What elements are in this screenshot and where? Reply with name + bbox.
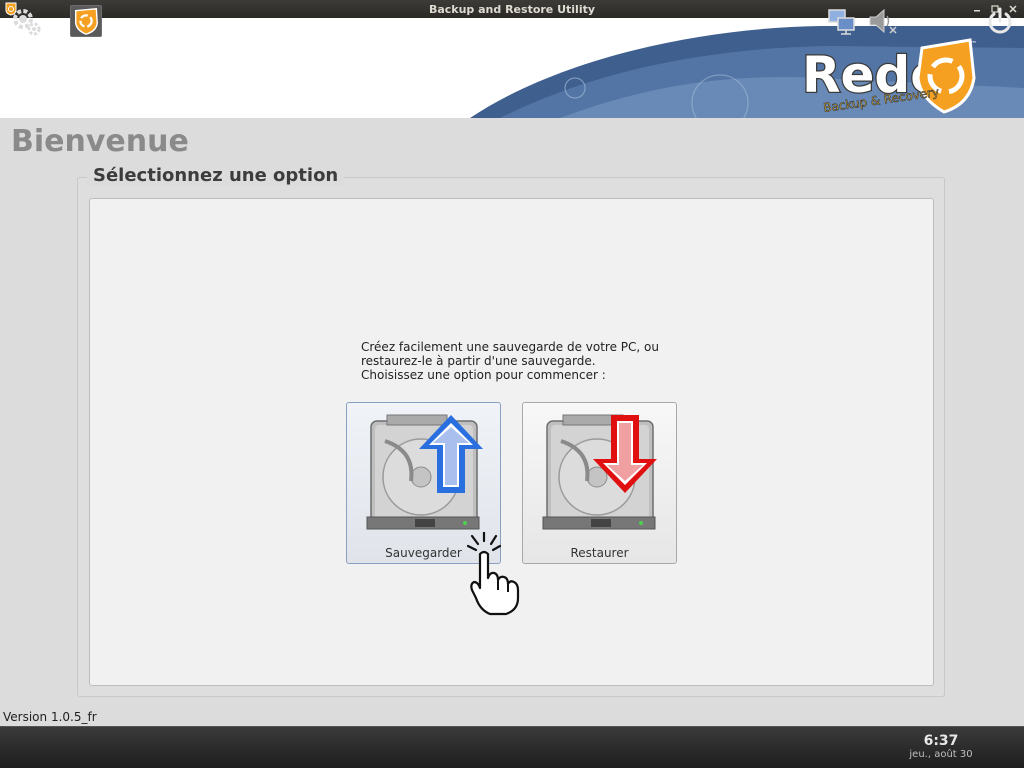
- volume-muted-icon[interactable]: [866, 5, 898, 37]
- trademark: ™: [970, 40, 977, 48]
- up-arrow-icon: [419, 415, 483, 493]
- intro-text: Créez facilement une sauvegarde de votre…: [361, 340, 691, 382]
- minimize-icon[interactable]: [970, 2, 984, 16]
- system-clock[interactable]: 6:37 jeu., août 30: [908, 733, 974, 760]
- clock-time: 6:37: [923, 733, 959, 749]
- window-title: Backup and Restore Utility: [428, 2, 596, 16]
- restore-button[interactable]: Restaurer: [522, 402, 677, 564]
- intro-line: restaurez-le à partir d'une sauvegarde.: [361, 354, 596, 368]
- clock-date: jeu., août 30: [909, 749, 973, 760]
- intro-line: Choisissez une option pour commencer :: [361, 368, 606, 382]
- redo-app-taskbar-icon[interactable]: [70, 5, 102, 37]
- redo-logo: Redo ™ Backup & Recovery: [801, 38, 977, 115]
- settings-gear-icon[interactable]: [10, 5, 42, 37]
- network-icon[interactable]: [826, 5, 858, 37]
- hand-cursor-icon: [466, 532, 520, 616]
- page-title: Bienvenue: [11, 124, 189, 159]
- version-label: Version 1.0.5_fr: [3, 710, 97, 724]
- taskbar: [0, 726, 1024, 768]
- group-title: Sélectionnez une option: [87, 165, 345, 186]
- intro-line: Créez facilement une sauvegarde de votre…: [361, 340, 659, 354]
- power-icon[interactable]: [984, 5, 1016, 37]
- down-arrow-icon: [593, 415, 657, 493]
- restore-button-label: Restaurer: [570, 546, 629, 560]
